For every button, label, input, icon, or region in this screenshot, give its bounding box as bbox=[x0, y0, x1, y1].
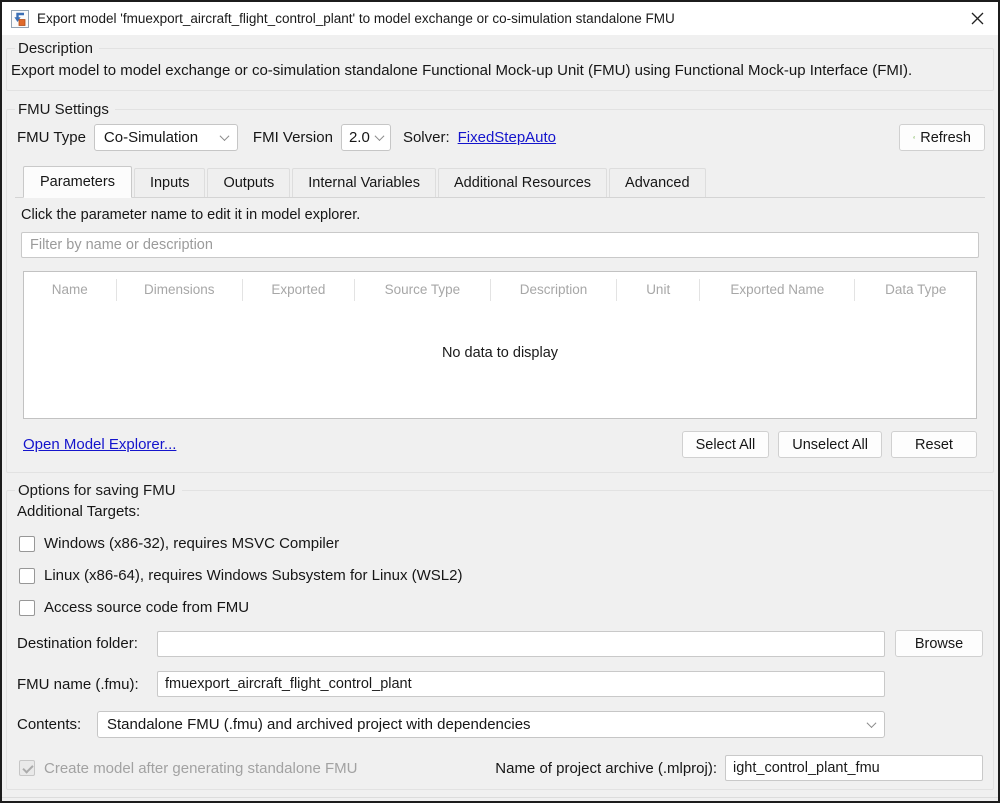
checkbox-row: Windows (x86-32), requires MSVC Compiler bbox=[13, 535, 983, 552]
tab-inputs[interactable]: Inputs bbox=[134, 168, 206, 197]
contents-row: Contents: Standalone FMU (.fmu) and arch… bbox=[13, 711, 983, 738]
target-checkbox-label: Windows (x86-32), requires MSVC Compiler bbox=[44, 535, 339, 552]
dialog-footer: Create Cancel Help bbox=[2, 797, 998, 803]
target-checkbox-1[interactable] bbox=[19, 568, 35, 584]
tab-advanced[interactable]: Advanced bbox=[609, 168, 706, 197]
column-header-name: Name bbox=[24, 279, 116, 301]
tab-internal-variables[interactable]: Internal Variables bbox=[292, 168, 436, 197]
fmu-export-app-icon bbox=[11, 10, 29, 28]
filter-input[interactable] bbox=[21, 232, 979, 258]
fmi-version-value: 2.0 bbox=[349, 129, 370, 146]
create-model-label: Create model after generating standalone… bbox=[44, 760, 358, 777]
browse-button[interactable]: Browse bbox=[895, 630, 983, 657]
fmu-type-label: FMU Type bbox=[17, 129, 86, 146]
column-header-unit: Unit bbox=[616, 279, 699, 301]
project-archive-input[interactable] bbox=[725, 755, 983, 781]
close-button[interactable] bbox=[964, 6, 990, 32]
target-checkbox-2[interactable] bbox=[19, 600, 35, 616]
fmu-settings-group: FMU Settings FMU Type Co-Simulation FMI … bbox=[6, 109, 994, 473]
column-header-description: Description bbox=[490, 279, 616, 301]
fmu-name-input[interactable] bbox=[157, 671, 885, 697]
destination-folder-row: Destination folder: Browse bbox=[13, 630, 983, 657]
contents-label: Contents: bbox=[17, 716, 97, 733]
column-header-dimensions: Dimensions bbox=[116, 279, 242, 301]
fmi-version-label: FMI Version bbox=[253, 129, 333, 146]
tab-additional-resources[interactable]: Additional Resources bbox=[438, 168, 607, 197]
solver-label: Solver: bbox=[403, 129, 450, 146]
create-model-checkbox bbox=[19, 760, 35, 776]
chevron-down-icon bbox=[219, 131, 229, 141]
target-checkbox-0[interactable] bbox=[19, 536, 35, 552]
options-group: Options for saving FMU Additional Target… bbox=[6, 490, 994, 790]
parameters-table: NameDimensionsExportedSource TypeDescrip… bbox=[23, 271, 977, 419]
checkbox-row: Linux (x86-64), requires Windows Subsyst… bbox=[13, 567, 983, 584]
solver-link[interactable]: FixedStepAuto bbox=[458, 129, 556, 146]
description-text: Export model to model exchange or co-sim… bbox=[11, 62, 987, 79]
fmu-settings-row: FMU Type Co-Simulation FMI Version 2.0 S… bbox=[15, 124, 985, 151]
tab-bar: ParametersInputsOutputsInternal Variable… bbox=[15, 166, 985, 198]
chevron-down-icon bbox=[374, 131, 384, 141]
additional-targets-list: Windows (x86-32), requires MSVC Compiler… bbox=[13, 535, 983, 616]
fmu-settings-legend: FMU Settings bbox=[15, 100, 115, 119]
export-fmu-dialog: Export model 'fmuexport_aircraft_flight_… bbox=[0, 0, 1000, 803]
table-actions-row: Open Model Explorer... Select All Unsele… bbox=[23, 431, 977, 458]
unselect-all-button[interactable]: Unselect All bbox=[778, 431, 882, 458]
additional-targets-label: Additional Targets: bbox=[13, 503, 983, 520]
open-model-explorer-link[interactable]: Open Model Explorer... bbox=[23, 436, 176, 453]
refresh-button[interactable]: Refresh bbox=[899, 124, 985, 151]
destination-folder-label: Destination folder: bbox=[17, 635, 157, 652]
project-archive-label: Name of project archive (.mlproj): bbox=[495, 760, 717, 777]
column-header-source-type: Source Type bbox=[354, 279, 490, 301]
description-legend: Description bbox=[15, 39, 99, 58]
reset-button[interactable]: Reset bbox=[891, 431, 977, 458]
destination-folder-input[interactable] bbox=[157, 631, 885, 657]
create-model-row: Create model after generating standalone… bbox=[13, 755, 983, 781]
column-header-exported: Exported bbox=[242, 279, 354, 301]
parameters-hint: Click the parameter name to edit it in m… bbox=[21, 207, 979, 223]
fmi-version-select[interactable]: 2.0 bbox=[341, 124, 391, 151]
target-checkbox-label: Access source code from FMU bbox=[44, 599, 249, 616]
tab-parameters[interactable]: Parameters bbox=[23, 166, 132, 198]
fmu-name-label: FMU name (.fmu): bbox=[17, 676, 157, 693]
table-header-row: NameDimensionsExportedSource TypeDescrip… bbox=[24, 272, 976, 308]
contents-value: Standalone FMU (.fmu) and archived proje… bbox=[107, 716, 531, 733]
checkbox-row: Access source code from FMU bbox=[13, 599, 983, 616]
column-header-data-type: Data Type bbox=[854, 279, 976, 301]
options-legend: Options for saving FMU bbox=[15, 481, 182, 500]
window-title: Export model 'fmuexport_aircraft_flight_… bbox=[37, 11, 964, 26]
fmu-type-select[interactable]: Co-Simulation bbox=[94, 124, 238, 151]
contents-select[interactable]: Standalone FMU (.fmu) and archived proje… bbox=[97, 711, 885, 738]
refresh-label: Refresh bbox=[920, 130, 971, 146]
titlebar: Export model 'fmuexport_aircraft_flight_… bbox=[2, 2, 998, 35]
fmu-type-value: Co-Simulation bbox=[104, 129, 198, 146]
fmu-name-row: FMU name (.fmu): bbox=[13, 671, 983, 697]
target-checkbox-label: Linux (x86-64), requires Windows Subsyst… bbox=[44, 567, 463, 584]
select-all-button[interactable]: Select All bbox=[682, 431, 770, 458]
refresh-icon bbox=[913, 130, 915, 145]
close-icon bbox=[971, 12, 984, 25]
tab-outputs[interactable]: Outputs bbox=[207, 168, 290, 197]
table-empty-message: No data to display bbox=[24, 308, 976, 418]
description-group: Description Export model to model exchan… bbox=[6, 48, 994, 91]
chevron-down-icon bbox=[867, 718, 877, 728]
column-header-exported-name: Exported Name bbox=[699, 279, 854, 301]
